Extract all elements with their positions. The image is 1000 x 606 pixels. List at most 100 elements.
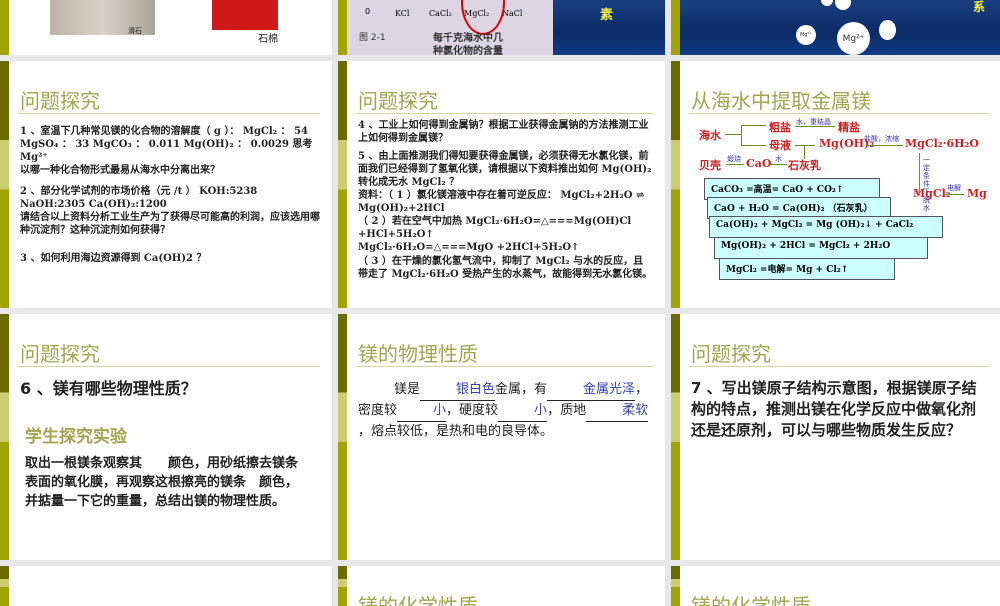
slide-accent-bar — [338, 61, 347, 308]
text: 金属，有 — [495, 382, 548, 397]
question-4: 4 、工业上如何得到金属钠？根据工业获得金属钠的方法推测工业上如何得到金属镁？ — [358, 120, 649, 144]
slide-thumbnail-chloride-chart[interactable]: 0 KCl CaCl₂ MgCl₂ NaCl 图 2-1 每千克海水中几 种氯化… — [338, 0, 665, 55]
question-1: 1 、室温下几种常见镁的化合物的溶解度（ g ）： MgCl₂ ： 54 MgS… — [20, 125, 320, 177]
side-text: 素 — [600, 8, 614, 23]
ion-bubble-mg: Mg²⁺ — [796, 25, 816, 45]
node-cao: CaO — [746, 157, 772, 170]
slide-title: 问题探究 — [20, 89, 100, 113]
arrow — [725, 134, 741, 135]
arrow — [741, 125, 742, 145]
arrow — [770, 164, 787, 165]
material-2: （ 2 ）若在空气中加热 MgCl₂·6H₂O=△===Mg(OH)Cl +HC… — [358, 216, 632, 240]
arrow-label: 电解 — [947, 184, 961, 192]
chart-photo: 0 KCl CaCl₂ MgCl₂ NaCl 图 2-1 每千克海水中几 种氯化… — [347, 0, 553, 55]
slide-title: 问题探究 — [358, 89, 438, 113]
node-crude-salt: 粗盐 — [769, 121, 791, 134]
arrow — [741, 145, 766, 146]
answer-blank: 柔软 — [586, 401, 649, 422]
slide-thumbnail-question-6[interactable]: 问题探究 6 、镁有哪些物理性质？ 学生探究实验 取出一根镁条观察其 颜色，用砂… — [0, 314, 332, 560]
answer-blank: 金属光泽 — [547, 380, 636, 401]
slide-accent-bar — [0, 0, 9, 55]
asbestos-caption: 石棉 — [258, 34, 278, 45]
material-2b: MgCl₂·6H₂O=△===MgO +2HCl+5H₂O↑ — [358, 242, 580, 253]
chart-label: NaCl — [502, 9, 523, 18]
text: ，硬度较 — [446, 403, 499, 418]
chart-label: KCl — [395, 9, 410, 18]
text-line: 以哪一种化合物形式最易从海水中分离出来？ — [20, 165, 220, 176]
answer-blank: 银白色 — [420, 380, 496, 401]
title-divider — [18, 113, 320, 114]
arrow-label: 一定条件下 脱水 — [923, 156, 930, 212]
slide-title: 问题探究 — [691, 342, 771, 366]
slide-thumbnail-extract-magnesium[interactable]: 从海水中提取金属镁 海水 粗盐 水，重结晶 精盐 母液 Mg(OH)₂ 盐酸，浓… — [671, 61, 1000, 308]
chart-label: CaCl₂ — [429, 9, 452, 18]
asbestos-image — [212, 0, 278, 30]
title-divider — [689, 366, 988, 367]
text: ，熔点较低，是热和电的良导体。 — [358, 424, 554, 439]
arrow — [741, 125, 766, 126]
question-3: 3 、如何利用海边资源得到 Ca(OH)2 ？ — [20, 253, 207, 264]
title-divider — [689, 113, 988, 114]
slide-thumbnail-sea-ions[interactable]: Mg²⁺ Mg²⁺ 系 — [671, 0, 1000, 55]
figure-caption: 种氯化物的含量 — [433, 46, 503, 55]
slide-title: 镁的物理性质 — [358, 342, 478, 366]
node-mg: Mg — [967, 187, 987, 200]
talc-caption: 滑石 — [128, 27, 142, 35]
slide-thumbnail-chemical-properties-2[interactable]: 镁的化学性质 — [671, 566, 1000, 606]
slide-thumbnail-physical-properties[interactable]: 镁的物理性质 镁是 银白色金属，有 金属光泽，密度较 小，硬度较 小，质地 柔软，熔点较低… — [338, 314, 665, 560]
question-5: 5 、由上面推测我们得知要获得金属镁，必须获得无水氯化镁，前面我们已经得到了氢氧… — [358, 151, 652, 188]
equation-box: Ca(OH)₂ + MgCl₂ = Mg (OH)₂↓ + CaCl₂ — [709, 216, 943, 238]
slide-title: 镁的化学性质 — [358, 594, 478, 606]
text: ，质地 — [547, 403, 587, 418]
text-line: 2 、部分化学试剂的市场价格（元 /t ） KOH:5238 — [20, 186, 258, 197]
slide-title: 问题探究 — [20, 342, 100, 366]
arrow — [726, 164, 744, 165]
question-6: 6 、镁有哪些物理性质？ — [20, 379, 197, 398]
slide-accent-bar — [671, 61, 680, 308]
equation-box: MgCl₂ =电解= Mg + Cl₂↑ — [719, 258, 895, 280]
slide-accent-bar — [338, 566, 347, 606]
equation-box: Mg(OH)₂ + 2HCl = MgCl₂ + 2H₂O — [714, 237, 928, 259]
physical-properties-text: 镁是 银白色金属，有 金属光泽，密度较 小，硬度较 小，质地 柔软，熔点较低，是热和电的良… — [358, 380, 653, 442]
slide-accent-bar — [338, 0, 347, 55]
experiment-text: 取出一根镁条观察其 颜色，用砂纸擦去镁条表面的氧化膜，再观察这根擦亮的镁条 颜色… — [25, 456, 299, 509]
arrow — [944, 194, 964, 195]
text-line: MgSO₄ ： 33 MgCO₃ ： 0.011 Mg(OH)₂ ： 0.002… — [20, 139, 313, 163]
slide-accent-bar — [671, 314, 680, 560]
ion-bubble — [879, 20, 896, 40]
axis-zero: 0 — [365, 7, 371, 16]
answer-blank: 小 — [498, 401, 548, 422]
slide-accent-bar — [338, 314, 347, 560]
slide-accent-bar — [671, 0, 680, 55]
arrow-label: 水 — [775, 155, 782, 163]
node-lime-milk: 石灰乳 — [788, 159, 821, 172]
arrow-label: 煅烧 — [727, 155, 741, 163]
text-line: NaOH:2305 Ca(OH)₂:1200 — [20, 199, 167, 210]
side-text: 系 — [973, 0, 986, 14]
title-divider — [18, 366, 320, 367]
slide-thumbnail-question-2[interactable]: 问题探究 4 、工业上如何得到金属钠？根据工业获得金属钠的方法推测工业上如何得到… — [338, 61, 665, 308]
text-line: 1 、室温下几种常见镁的化合物的溶解度（ g ）： MgCl₂ ： 54 — [20, 126, 308, 137]
slide-thumbnail-row4-a[interactable] — [0, 566, 332, 606]
slide-accent-bar — [0, 566, 9, 606]
sea-image: 素 — [553, 0, 665, 55]
ion-bubble-mg: Mg²⁺ — [837, 22, 870, 55]
slide-thumbnail-question-1[interactable]: 问题探究 1 、室温下几种常见镁的化合物的溶解度（ g ）： MgCl₂ ： 5… — [0, 61, 332, 308]
experiment-subtitle: 学生探究实验 — [25, 427, 127, 447]
text-line: 请结合以上资料分析工业生产为了获得尽可能高的利润，应该选用哪种沉淀剂？这种沉淀剂… — [20, 212, 320, 236]
slide-title: 从海水中提取金属镁 — [691, 89, 871, 113]
slide-thumbnail-chemical-properties-1[interactable]: 镁的化学性质 — [338, 566, 665, 606]
arrow — [795, 145, 815, 146]
slide-accent-bar — [0, 314, 9, 560]
slide-title: 镁的化学性质 — [691, 594, 811, 606]
node-refined-salt: 精盐 — [838, 121, 860, 134]
figure-caption: 图 2-1 — [359, 33, 386, 43]
question-7: 7 、写出镁原子结构示意图，根据镁原子结构的特点，推测出镁在化学反应中做氧化剂还… — [691, 379, 977, 439]
title-divider — [356, 366, 653, 367]
slide-thumbnail-minerals[interactable]: 滑石 石棉 — [0, 0, 332, 55]
text: 镁是 — [394, 382, 421, 397]
slide-thumbnail-question-7[interactable]: 问题探究 7 、写出镁原子结构示意图，根据镁原子结构的特点，推测出镁在化学反应中… — [671, 314, 1000, 560]
ion-bubble — [835, 0, 851, 10]
material-3: （ 3 ）在干燥的氯化氢气流中，抑制了 MgCl₂ 与水的反应，且带走了 MgC… — [358, 256, 653, 280]
node-mgcl2-hydrate: MgCl₂·6H₂O — [905, 137, 979, 150]
